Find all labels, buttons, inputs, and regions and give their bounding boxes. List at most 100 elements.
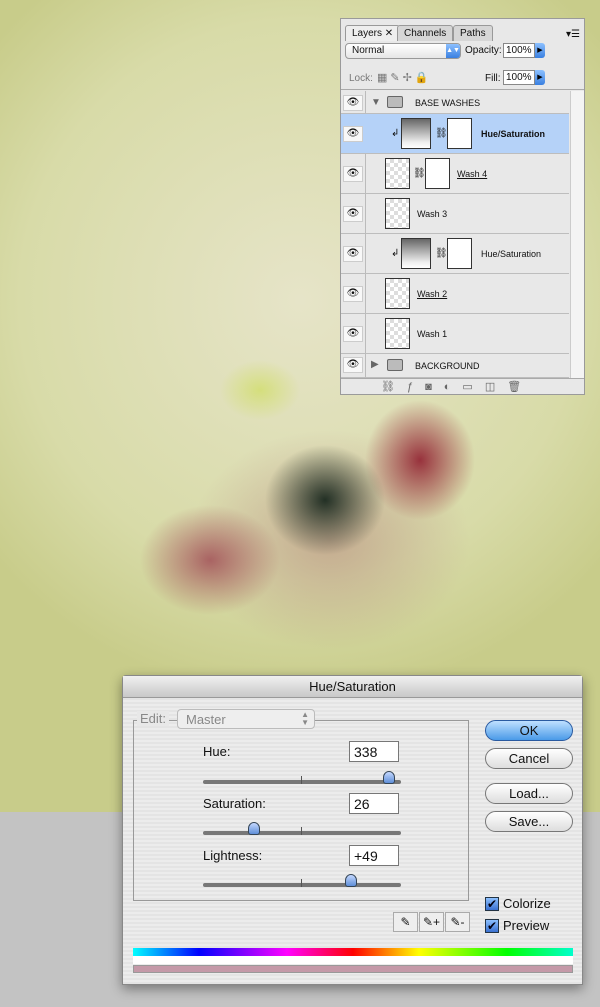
tab-label: Layers: [352, 28, 383, 39]
hue-slider[interactable]: [203, 771, 401, 784]
edit-select[interactable]: Master ▲ ▼: [177, 709, 315, 729]
trash-icon[interactable]: 🗑: [507, 381, 533, 393]
blend-mode-select[interactable]: Normal ▲▼: [345, 43, 461, 59]
ok-button[interactable]: OK: [485, 720, 573, 741]
link-icon: ⛓: [435, 128, 448, 139]
saturation-slider[interactable]: [203, 822, 401, 835]
clip-arrow-icon: ↲: [391, 128, 400, 139]
adjustment-layer-icon[interactable]: ◐: [444, 381, 463, 393]
fx-icon[interactable]: ƒ: [407, 381, 425, 393]
opacity-slider-button[interactable]: ▶: [535, 43, 545, 58]
eye-icon[interactable]: 👁: [343, 166, 363, 182]
eyedropper-icon[interactable]: ✎: [393, 912, 418, 932]
select-arrows-icon: ▲▼: [446, 44, 460, 58]
link-icon: ⛓: [413, 168, 426, 179]
lightness-input[interactable]: +49: [349, 845, 399, 866]
preview-checkbox[interactable]: ✔: [485, 919, 499, 933]
layer-name: Wash 4: [457, 169, 488, 179]
eyedropper-minus-icon[interactable]: ✎-: [445, 912, 470, 932]
adjustment-thumbnail: [401, 118, 431, 149]
collapse-triangle-icon[interactable]: ▶: [371, 359, 379, 370]
layer-name: Wash 3: [417, 209, 448, 219]
layers-panel: Layers ✕ Channels Paths ▾☰ Normal ▲▼ Opac…: [340, 18, 585, 395]
layer-hue-saturation-1[interactable]: 👁 ↲ ⛓ Hue/Saturation: [341, 114, 569, 154]
blend-mode-value: Normal: [352, 45, 385, 56]
lightness-slider[interactable]: [203, 874, 401, 887]
lock-label: Lock:: [349, 73, 373, 84]
folder-icon: [387, 96, 403, 108]
result-color-bar: [133, 965, 573, 973]
link-layers-icon[interactable]: ⛓: [381, 381, 407, 393]
panel-menu-icon[interactable]: ▾☰: [566, 29, 580, 40]
layer-name: Wash 2: [417, 289, 448, 299]
hue-input[interactable]: 338: [349, 741, 399, 762]
expand-triangle-icon[interactable]: ▼: [371, 97, 381, 108]
eye-icon[interactable]: 👁: [343, 357, 363, 373]
layer-name: Hue/Saturation: [481, 129, 546, 139]
layer-group-base-washes[interactable]: 👁 ▼ BASE WASHES: [341, 93, 569, 114]
layer-thumbnail: [385, 198, 410, 229]
layer-name: BACKGROUND: [415, 361, 480, 371]
edit-label: Edit:: [137, 711, 170, 726]
layer-thumbnail: [385, 158, 410, 189]
save-button[interactable]: Save...: [485, 811, 573, 832]
layer-name: Wash 1: [417, 329, 448, 339]
fill-label: Fill:: [485, 73, 501, 84]
eye-icon[interactable]: 👁: [343, 95, 363, 111]
layer-hue-saturation-2[interactable]: 👁 ↲ ⛓ Hue/Saturation: [341, 234, 569, 274]
saturation-input[interactable]: 26: [349, 793, 399, 814]
dialog-title: Hue/Saturation: [123, 676, 582, 698]
saturation-label: Saturation:: [203, 796, 266, 811]
lightness-label: Lightness:: [203, 848, 263, 863]
lightness-slider-thumb[interactable]: [344, 874, 357, 887]
eye-icon[interactable]: 👁: [343, 246, 363, 262]
edit-value: Master: [186, 712, 226, 727]
fill-input[interactable]: 100%: [503, 70, 535, 85]
load-button[interactable]: Load...: [485, 783, 573, 804]
layers-scrollbar[interactable]: [570, 91, 584, 378]
cancel-button[interactable]: Cancel: [485, 748, 573, 769]
mask-thumbnail: [425, 158, 450, 189]
select-arrows-icon: ▲▼: [301, 710, 309, 727]
opacity-label: Opacity:: [465, 45, 502, 56]
layer-thumbnail: [385, 278, 410, 309]
eye-icon[interactable]: 👁: [343, 206, 363, 222]
mask-thumbnail: [447, 238, 472, 269]
layer-group-background[interactable]: 👁 ▶ BACKGROUND: [341, 354, 569, 378]
layer-thumbnail: [385, 318, 410, 349]
hue-label: Hue:: [203, 744, 231, 759]
preview-label: Preview: [503, 918, 550, 933]
opacity-input[interactable]: 100%: [503, 43, 535, 58]
eye-icon[interactable]: 👁: [343, 286, 363, 302]
eyedropper-plus-icon[interactable]: ✎+: [419, 912, 444, 932]
tab-channels[interactable]: Channels: [397, 25, 454, 41]
hue-spectrum-bar: [133, 948, 573, 956]
fill-slider-button[interactable]: ▶: [535, 70, 545, 85]
eye-icon[interactable]: 👁: [343, 326, 363, 342]
layer-wash-3[interactable]: 👁 Wash 3: [341, 194, 569, 234]
colorize-checkbox[interactable]: ✔: [485, 897, 499, 911]
new-layer-icon[interactable]: ◫: [485, 381, 507, 393]
adjustment-group: [133, 720, 469, 901]
hue-slider-thumb[interactable]: [382, 771, 395, 784]
layer-wash-1[interactable]: 👁 Wash 1: [341, 314, 569, 354]
link-icon: ⛓: [435, 248, 448, 259]
colorize-label: Colorize: [503, 896, 551, 911]
layer-wash-2[interactable]: 👁 Wash 2: [341, 274, 569, 314]
tab-layers[interactable]: Layers ✕: [345, 25, 401, 41]
add-mask-icon[interactable]: ◙: [425, 381, 444, 393]
layer-name: BASE WASHES: [415, 98, 481, 108]
layer-wash-4[interactable]: 👁 ⛓ Wash 4: [341, 154, 569, 194]
hue-saturation-dialog: Hue/Saturation Edit: Master ▲ ▼ Hue: 338 S…: [122, 675, 583, 985]
layer-name: Hue/Saturation: [481, 249, 542, 259]
clip-arrow-icon: ↲: [391, 248, 400, 259]
tab-paths[interactable]: Paths: [453, 25, 493, 41]
adjustment-thumbnail: [401, 238, 431, 269]
lock-icons[interactable]: ▦✎✢🔒: [377, 71, 432, 84]
folder-icon: [387, 359, 403, 371]
mask-thumbnail: [447, 118, 472, 149]
new-group-icon[interactable]: ▭: [462, 381, 484, 393]
eye-icon[interactable]: 👁: [343, 126, 363, 142]
saturation-slider-thumb[interactable]: [248, 822, 261, 835]
spectrum-divider: [133, 956, 573, 964]
